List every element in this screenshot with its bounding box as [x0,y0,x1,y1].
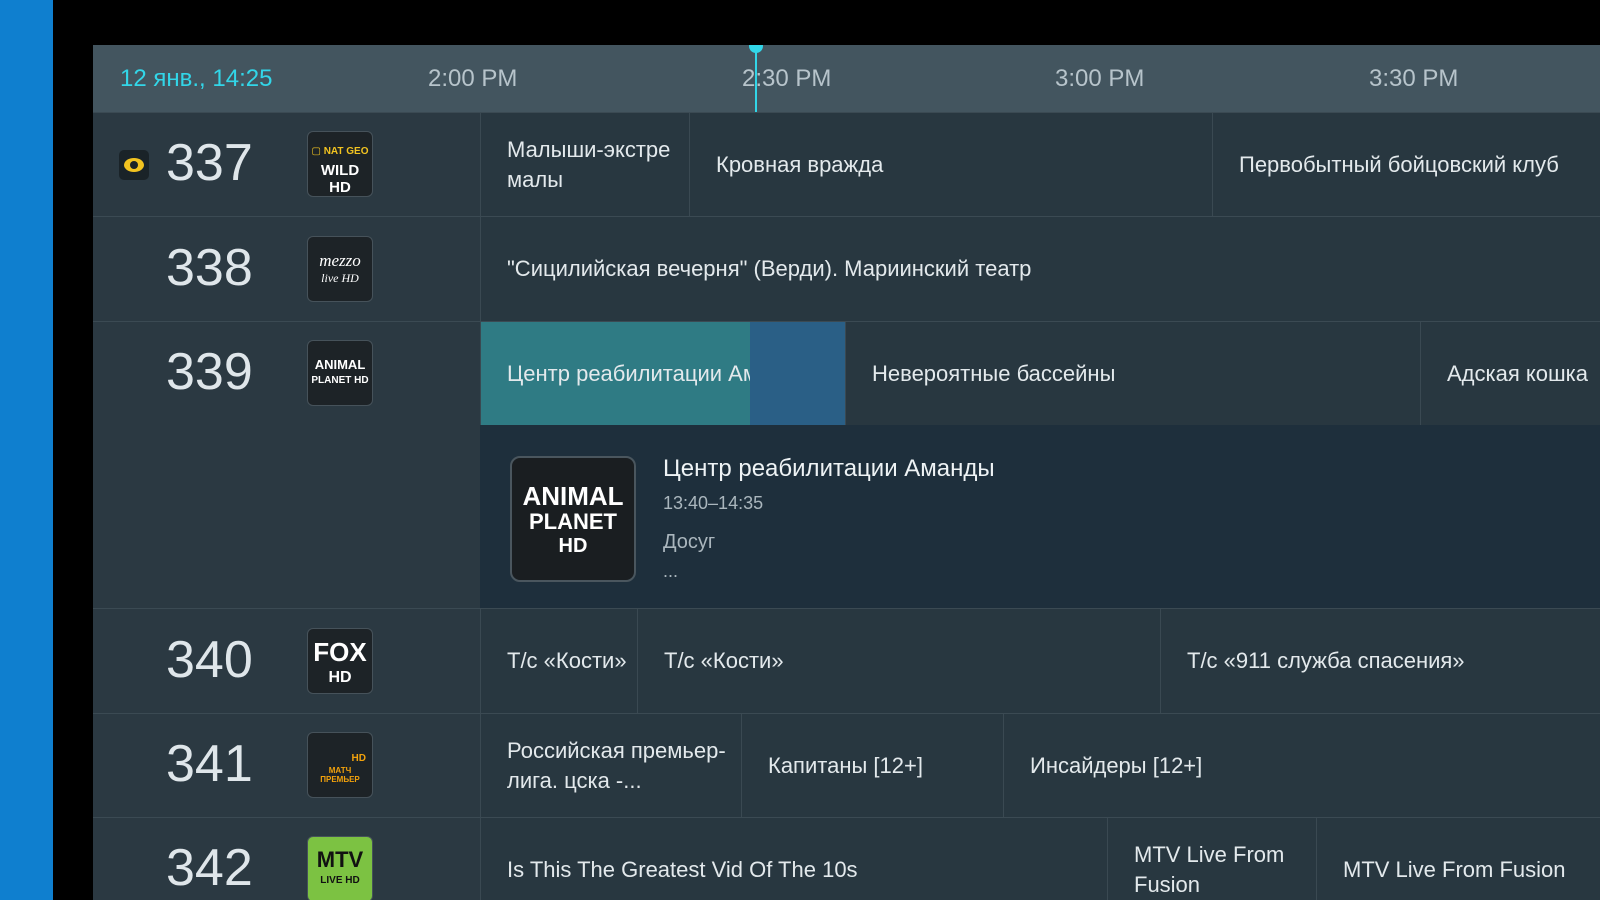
program-cell[interactable]: Т/с «Кости» [480,609,637,713]
program-cell[interactable]: Первобытный бойцовский клуб [1212,113,1600,216]
fox-hd-logo: FOX HD [307,628,373,694]
channel-cell[interactable]: 337 ▢ NAT GEO WILD HD [93,113,480,216]
top-blur-bar [56,0,616,14]
animal-planet-large-logo: ANIMAL PLANET HD [510,456,636,582]
program-cell[interactable]: MTV Live From Fusion [1316,818,1600,900]
mezzo-live-logo: mezzo live HD [307,236,373,302]
program-cell[interactable]: "Сицилийская вечерня" (Верди). Мариински… [480,217,1600,321]
channel-cell[interactable]: 338 mezzo live HD [93,217,480,321]
side-strip [0,0,53,900]
program-cell[interactable]: Инсайдеры [12+] [1003,714,1600,817]
channel-row-340: 340 FOX HD Т/с «Кости» Т/с «Кости» Т/с «… [93,608,1600,713]
animal-planet-logo: ANIMAL PLANET HD [307,340,373,406]
program-detail-panel: ANIMAL PLANET HD Центр реабилитации Аман… [480,425,1600,608]
channel-number: 338 [166,239,253,297]
program-cell[interactable]: Невероятные бассейны [845,322,1420,425]
channel-row-342: 342 MTV LIVE HD Is This The Greatest Vid… [93,817,1600,900]
program-cell[interactable]: Адская кошка [1420,322,1600,425]
program-cell[interactable]: MTV Live From Fusion [1107,818,1316,900]
favorite-eye-icon [119,150,149,180]
program-cell[interactable]: Капитаны [12+] [741,714,1003,817]
channel-number: 337 [166,134,253,192]
time-bar: 12 янв., 14:25 2:00 PM 2:30 PM 3:00 PM 3… [93,45,1600,112]
program-cell[interactable]: Российская премьер-лига. цска -... [480,714,741,817]
channel-row-337: 337 ▢ NAT GEO WILD HD Малыши-экстре малы… [93,112,1600,216]
detail-title: Центр реабилитации Аманды [663,455,995,482]
selected-program-cell[interactable]: Центр реабилитации Аманды [480,322,750,425]
channel-row-339: 339 ANIMAL PLANET HD Центр реабилитации … [93,321,1600,425]
program-detail-row: ANIMAL PLANET HD Центр реабилитации Аман… [93,425,1600,608]
time-tick: 3:30 PM [1369,65,1459,92]
channel-cell[interactable]: 342 MTV LIVE HD [93,818,480,900]
program-cell[interactable]: Is This The Greatest Vid Of The 10s [480,818,1107,900]
detail-spacer [93,425,480,608]
detail-genre: Досуг [663,531,716,553]
tv-guide: 12 янв., 14:25 2:00 PM 2:30 PM 3:00 PM 3… [93,45,1600,900]
detail-more: ... [663,561,679,581]
mtv-live-logo: MTV LIVE HD [307,836,373,900]
channel-row-341: 341 HD МАТЧ ПРЕМЬЕР Российская премьер-л… [93,713,1600,817]
channel-number: 341 [166,735,253,793]
channel-number: 340 [166,631,253,689]
program-cell[interactable]: Малыши-экстре малы [480,113,689,216]
nat-geo-wild-logo: ▢ NAT GEO WILD HD [307,131,373,197]
program-cell[interactable]: Т/с «911 служба спасения» [1160,609,1600,713]
match-premier-logo: HD МАТЧ ПРЕМЬЕР [307,732,373,798]
channel-cell[interactable]: 341 HD МАТЧ ПРЕМЬЕР [93,714,480,817]
channel-number: 339 [166,343,253,401]
program-cell[interactable]: Кровная вражда [689,113,1212,216]
program-cell[interactable]: Т/с «Кости» [637,609,1160,713]
current-date-time: 12 янв., 14:25 [120,65,273,92]
current-time-line [755,45,757,112]
channel-cell[interactable]: 340 FOX HD [93,609,480,713]
time-tick: 2:00 PM [428,65,518,92]
channel-cell[interactable]: 339 ANIMAL PLANET HD [93,322,480,425]
channel-row-338: 338 mezzo live HD "Сицилийская вечерня" … [93,216,1600,321]
channel-number: 342 [166,839,253,897]
time-tick: 3:00 PM [1055,65,1145,92]
detail-time: 13:40–14:35 [663,493,764,513]
